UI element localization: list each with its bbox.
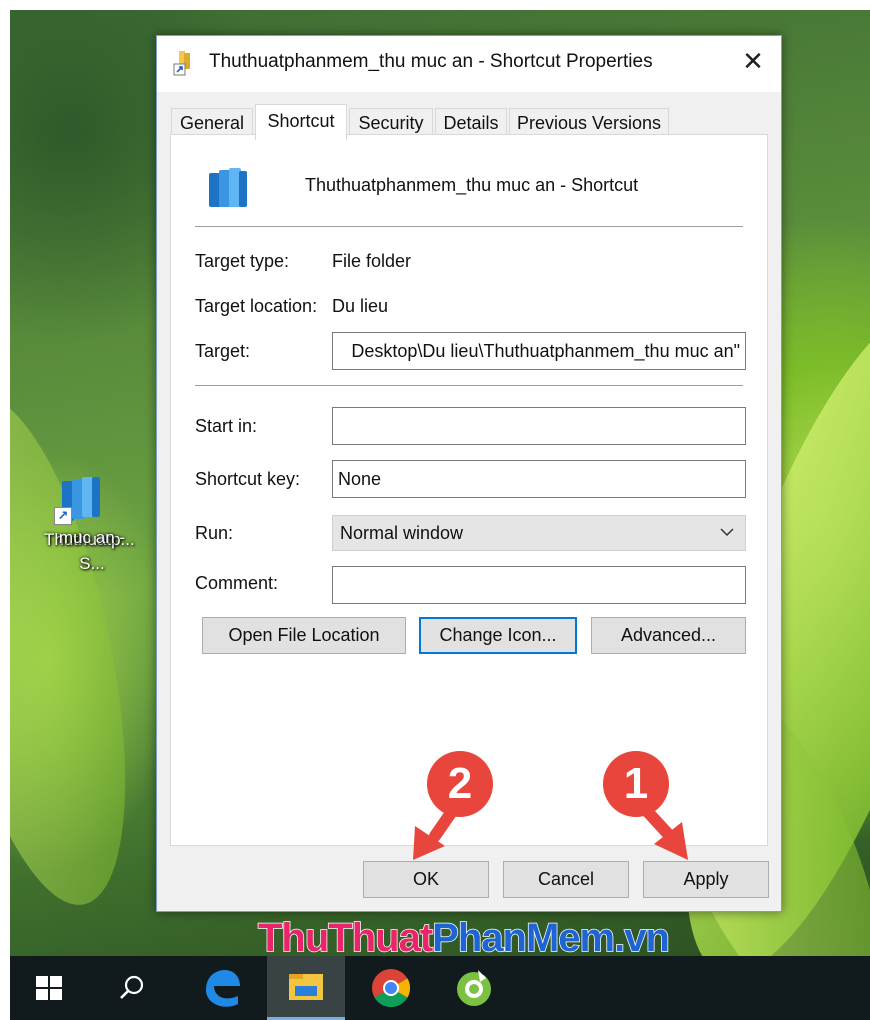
comment-label: Comment:	[195, 573, 279, 593]
divider	[195, 385, 743, 386]
chevron-down-icon	[719, 516, 735, 563]
close-button[interactable]: ✕	[725, 36, 781, 88]
shortcut-tab-panel: Thuthuatphanmem_thu muc an - Shortcut Ta…	[170, 134, 768, 846]
watermark-logo: ThuThuatPhanMem.vn	[257, 915, 670, 961]
title-bar[interactable]: Thuthuatphanmem_thu muc an - Shortcut Pr…	[157, 36, 781, 92]
run-select-value: Normal window	[340, 523, 464, 543]
start-in-field[interactable]	[332, 407, 746, 445]
comment-field[interactable]	[332, 566, 746, 604]
app-icon[interactable]	[434, 956, 512, 1020]
shortcut-key-label: Shortcut key:	[195, 469, 301, 489]
desktop-icon-label: muc an - S...	[58, 528, 126, 573]
advanced-button[interactable]: Advanced...	[591, 617, 746, 654]
desktop-shortcut-icon[interactable]: ↗ Thuthuatp... muc an - S...	[20, 475, 140, 573]
target-type-label: Target type:	[195, 251, 290, 271]
windows-start-icon[interactable]	[10, 956, 88, 1020]
ok-button[interactable]: OK	[363, 861, 489, 898]
shortcut-key-field[interactable]: None	[332, 460, 746, 498]
shortcut-arrow-icon: ↗	[54, 507, 72, 525]
watermark-part-2: PhanMem	[431, 915, 615, 961]
search-icon[interactable]	[92, 956, 170, 1020]
cancel-button[interactable]: Cancel	[503, 861, 629, 898]
watermark-part-3: .vn	[613, 915, 670, 961]
dialog-title: Thuthuatphanmem_thu muc an - Shortcut Pr…	[209, 51, 653, 72]
folder-shortcut-icon	[173, 51, 190, 76]
target-type-value: File folder	[332, 251, 412, 271]
target-location-label: Target location:	[195, 296, 318, 316]
target-label: Target:	[195, 341, 251, 361]
folder-icon	[209, 168, 247, 207]
apply-button[interactable]: Apply	[643, 861, 769, 898]
edge-browser-icon[interactable]	[182, 956, 260, 1020]
run-label: Run:	[195, 523, 234, 543]
divider	[195, 226, 743, 227]
file-explorer-icon[interactable]	[267, 956, 345, 1020]
arrow-to-ok-icon	[413, 808, 459, 860]
start-in-label: Start in:	[195, 416, 258, 436]
watermark-part-1: ThuThuat	[257, 915, 434, 961]
tab-shortcut[interactable]: Shortcut	[255, 104, 347, 140]
run-select[interactable]: Normal window	[332, 515, 746, 551]
target-field[interactable]: Desktop\Du lieu\Thuthuatphanmem_thu muc …	[332, 332, 746, 370]
open-file-location-button[interactable]: Open File Location	[202, 617, 406, 654]
arrow-to-apply-icon	[640, 808, 688, 860]
chrome-icon[interactable]	[351, 956, 429, 1020]
wallpaper-leaf	[10, 379, 163, 921]
folder-shortcut-icon: ↗	[54, 475, 106, 525]
shortcut-name: Thuthuatphanmem_thu muc an - Shortcut	[305, 175, 639, 195]
taskbar	[10, 956, 870, 1020]
target-location-value: Du lieu	[332, 296, 389, 316]
change-icon-button[interactable]: Change Icon...	[419, 617, 577, 654]
